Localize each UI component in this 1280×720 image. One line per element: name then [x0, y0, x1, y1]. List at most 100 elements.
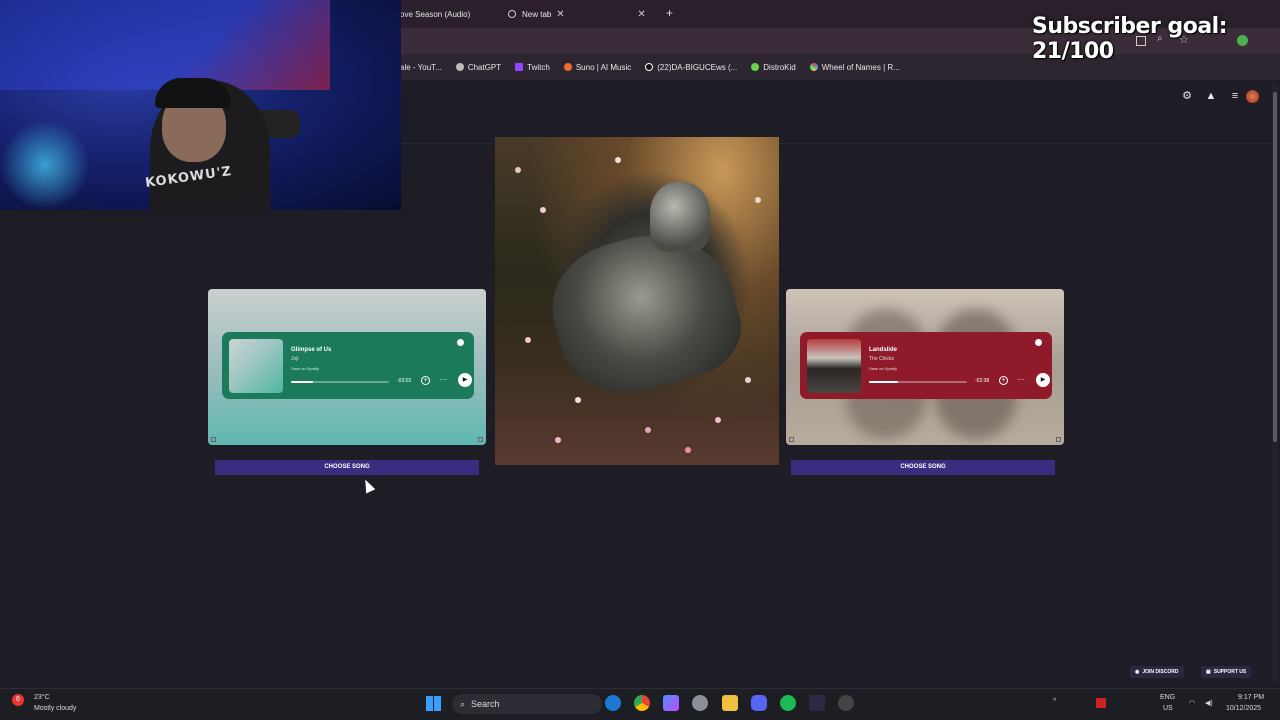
wall-flag: [0, 0, 330, 90]
flower: [540, 207, 546, 213]
room-light: [0, 120, 90, 210]
expand-corner-icon: [478, 437, 483, 442]
settings-icon[interactable]: [692, 695, 708, 711]
webcam-overlay: KOKOWU'Z: [0, 0, 401, 210]
taskbar-search[interactable]: ⌕ Search: [452, 694, 602, 714]
bell-icon[interactable]: ▲: [1205, 90, 1217, 102]
support-us-label: SUPPORT US: [1213, 669, 1247, 675]
close-tab-icon[interactable]: ✕: [637, 9, 645, 20]
bookmark-twitch[interactable]: Twitch: [515, 63, 550, 72]
language-top[interactable]: ENG: [1160, 694, 1175, 701]
scrollbar-thumb[interactable]: [1273, 92, 1277, 442]
tray-app-icon[interactable]: [1096, 698, 1106, 708]
resize-corner-icon: [789, 437, 794, 442]
suno-icon: [563, 63, 572, 71]
flower: [715, 417, 721, 423]
flower: [555, 437, 561, 443]
add-icon[interactable]: +: [999, 376, 1008, 385]
armor-body: [538, 216, 752, 408]
play-button[interactable]: ▶: [1036, 373, 1050, 387]
more-icon[interactable]: ···: [439, 375, 447, 384]
choose-song-left-button[interactable]: CHOOSE SONG: [215, 460, 479, 475]
flower: [615, 157, 621, 163]
flower: [645, 427, 651, 433]
menu-icon[interactable]: ≡: [1229, 90, 1241, 102]
flower: [575, 397, 581, 403]
distrokid-icon: [751, 63, 760, 71]
gear-icon[interactable]: ⚙: [1181, 90, 1193, 102]
chrome-icon[interactable]: [634, 695, 650, 711]
clock-date[interactable]: 10/12/2025: [1226, 705, 1261, 712]
obs-icon[interactable]: [838, 695, 854, 711]
resize-corner-icon: [211, 437, 216, 442]
play-button[interactable]: ▶: [458, 373, 472, 387]
language-bottom[interactable]: US: [1163, 705, 1173, 712]
song-title: Landslide: [869, 347, 898, 353]
choose-song-right-button[interactable]: CHOOSE SONG: [791, 460, 1055, 475]
search-icon: ⌕: [460, 698, 466, 709]
user-avatar[interactable]: [1246, 90, 1259, 103]
flower: [515, 167, 521, 173]
flower: [745, 377, 751, 383]
weather-desc[interactable]: Mostly cloudy: [34, 705, 76, 712]
song-title: Glimpse of Us: [291, 347, 332, 353]
copilot-icon[interactable]: [663, 695, 679, 711]
support-us-button[interactable]: ▣ SUPPORT US: [1201, 666, 1252, 678]
bookmark-suno[interactable]: Suno | AI Music: [563, 63, 631, 72]
song-artist: The Chicks: [869, 356, 895, 362]
page-scrollbar[interactable]: [1272, 82, 1278, 682]
song-card-right: Landslide The Chicks Save on Spotify -02…: [786, 289, 1064, 445]
browser-tab[interactable]: New tab ✕: [508, 5, 646, 23]
streamer-cap: [155, 78, 231, 108]
weather-temp[interactable]: 23°C: [34, 694, 50, 701]
file-explorer-icon[interactable]: [722, 695, 738, 711]
flower: [685, 447, 691, 453]
spotify-player: Landslide The Chicks Save on Spotify -02…: [800, 332, 1052, 399]
windows-start-icon[interactable]: [426, 696, 441, 711]
spotify-icon[interactable]: [1035, 339, 1042, 346]
tab-label: ove Season (Audio): [400, 9, 471, 19]
save-on-spotify-link[interactable]: Save on Spotify: [291, 366, 467, 371]
bookmark-youtube[interactable]: ale - YouT...: [400, 63, 442, 72]
new-tab-icon[interactable]: +: [666, 6, 673, 20]
wifi-icon[interactable]: ◠: [1189, 699, 1195, 707]
save-on-spotify-link[interactable]: Save on Spotify: [869, 366, 1045, 371]
song-artist: Joji: [291, 356, 299, 362]
spotify-icon[interactable]: [780, 695, 796, 711]
chevron-up-icon[interactable]: ^: [1053, 698, 1056, 705]
globe-icon: [508, 10, 516, 18]
progress-fill: [869, 381, 899, 383]
weather-badge: 6: [12, 694, 24, 706]
join-discord-button[interactable]: ◉ JOIN DISCORD: [1130, 666, 1184, 678]
bookmark-wheel-of-names[interactable]: Wheel of Names | R...: [809, 63, 900, 72]
progress-bar[interactable]: [291, 381, 389, 383]
bookmark-chatgpt[interactable]: ChatGPT: [455, 63, 501, 72]
app-icon[interactable]: [809, 695, 825, 711]
add-icon[interactable]: +: [421, 376, 430, 385]
join-discord-label: JOIN DISCORD: [1142, 669, 1179, 675]
chatgpt-icon: [455, 63, 464, 71]
spotify-icon[interactable]: [457, 339, 464, 346]
remaining-time: -02:38: [975, 378, 990, 384]
bookmark-distrokid[interactable]: DistroKid: [751, 63, 796, 72]
expand-corner-icon: [1056, 437, 1061, 442]
progress-bar[interactable]: [869, 381, 967, 383]
discord-icon[interactable]: [751, 695, 767, 711]
flower: [755, 197, 761, 203]
search-placeholder: Search: [471, 699, 500, 709]
song-card-left: Glimpse of Us Joji Save on Spotify -03:0…: [208, 289, 486, 445]
subscriber-goal: Subscriber goal: 21/100: [1032, 14, 1228, 64]
album-art: [807, 339, 861, 393]
spotify-player: Glimpse of Us Joji Save on Spotify -03:0…: [222, 332, 474, 399]
bookmark-tiktok[interactable]: (22)DA-BIGUCEws (...: [645, 63, 737, 72]
wheel-icon: [809, 63, 818, 71]
volume-icon[interactable]: ◀): [1205, 699, 1213, 707]
more-icon[interactable]: ···: [1017, 375, 1025, 384]
edge-icon[interactable]: [605, 695, 621, 711]
tiktok-icon: [645, 63, 654, 71]
remaining-time: -03:02: [397, 378, 412, 384]
clock-time[interactable]: 9:17 PM: [1238, 694, 1264, 701]
knight-artwork: [495, 137, 779, 465]
flower: [525, 337, 531, 343]
tab-label: New tab: [522, 9, 552, 19]
